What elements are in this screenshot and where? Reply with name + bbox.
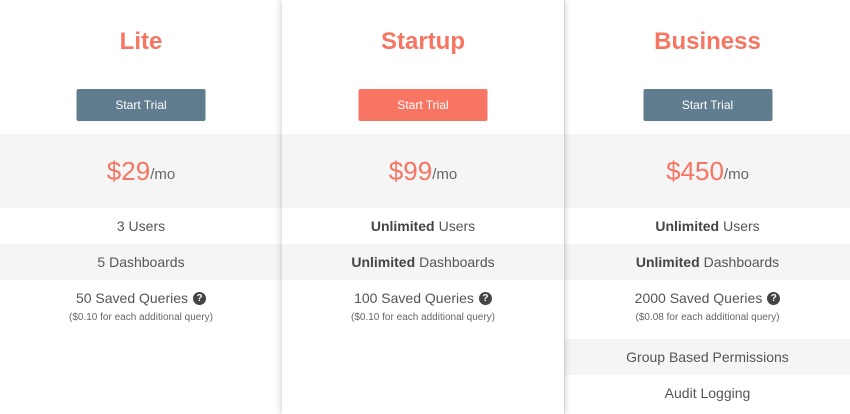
feature-group-permissions: Group Based Permissions bbox=[565, 339, 850, 375]
queries-note: ($0.10 for each additional query) bbox=[351, 312, 495, 323]
start-trial-button[interactable]: Start Trial bbox=[358, 89, 488, 121]
help-icon[interactable]: ? bbox=[478, 291, 492, 305]
queries-note: ($0.08 for each additional query) bbox=[635, 312, 780, 323]
saved-queries-text: 100 Saved Queries bbox=[354, 290, 474, 306]
help-icon[interactable]: ? bbox=[193, 291, 207, 305]
feature-users-bold: Unlimited bbox=[370, 218, 435, 234]
feature-users: Unlimited Users bbox=[282, 208, 564, 244]
feature-dashboards-bold: Unlimited bbox=[351, 254, 416, 270]
help-icon[interactable]: ? bbox=[767, 291, 781, 305]
feature-audit-logging-text: Audit Logging bbox=[664, 385, 751, 401]
start-trial-button[interactable]: Start Trial bbox=[643, 89, 772, 121]
feature-queries: 50 Saved Queries ? ($0.10 for each addit… bbox=[0, 280, 282, 323]
feature-dashboards-text: 5 Dashboards bbox=[97, 254, 185, 270]
price-amount: $99 bbox=[388, 155, 433, 186]
price-period: /mo bbox=[432, 165, 458, 183]
feature-queries: 2000 Saved Queries ? ($0.08 for each add… bbox=[565, 280, 850, 323]
price-amount: $29 bbox=[106, 155, 151, 186]
price-band: $450 /mo bbox=[565, 134, 850, 208]
saved-queries-text: 2000 Saved Queries bbox=[634, 290, 763, 306]
pricing-table: Lite Start Trial $29 /mo 3 Users 5 Dashb… bbox=[0, 0, 850, 414]
price-period: /mo bbox=[150, 165, 176, 183]
feature-users-text: Users bbox=[438, 218, 476, 234]
plan-title: Business bbox=[654, 28, 761, 55]
saved-queries-text: 50 Saved Queries bbox=[75, 290, 189, 306]
plan-card-lite: Lite Start Trial $29 /mo 3 Users 5 Dashb… bbox=[0, 0, 282, 414]
feature-users-bold: Unlimited bbox=[655, 218, 720, 234]
plan-title: Startup bbox=[381, 28, 465, 55]
feature-dashboards: 5 Dashboards bbox=[0, 244, 282, 280]
feature-audit-logging: Audit Logging bbox=[565, 375, 850, 411]
feature-queries: 100 Saved Queries ? ($0.10 for each addi… bbox=[282, 280, 564, 323]
feature-users: Unlimited Users bbox=[565, 208, 850, 244]
price-band: $29 /mo bbox=[0, 134, 282, 208]
plan-card-startup: Startup Start Trial $99 /mo Unlimited Us… bbox=[282, 0, 564, 414]
queries-note: ($0.10 for each additional query) bbox=[69, 312, 213, 323]
feature-users: 3 Users bbox=[0, 208, 282, 244]
price-amount: $450 bbox=[666, 155, 724, 186]
feature-users-text: 3 Users bbox=[116, 218, 166, 234]
feature-dashboards-text: Dashboards bbox=[703, 254, 780, 270]
plan-title: Lite bbox=[119, 28, 163, 55]
feature-users-text: Users bbox=[723, 218, 760, 234]
feature-dashboards: Unlimited Dashboards bbox=[565, 244, 850, 280]
feature-group-permissions-text: Group Based Permissions bbox=[626, 349, 789, 365]
plan-card-business: Business Start Trial $450 /mo Unlimited … bbox=[565, 0, 850, 414]
start-trial-button[interactable]: Start Trial bbox=[76, 89, 206, 121]
feature-dashboards-bold: Unlimited bbox=[635, 254, 700, 270]
feature-dashboards: Unlimited Dashboards bbox=[282, 244, 564, 280]
price-period: /mo bbox=[723, 165, 749, 183]
price-band: $99 /mo bbox=[282, 134, 564, 208]
feature-dashboards-text: Dashboards bbox=[419, 254, 495, 270]
